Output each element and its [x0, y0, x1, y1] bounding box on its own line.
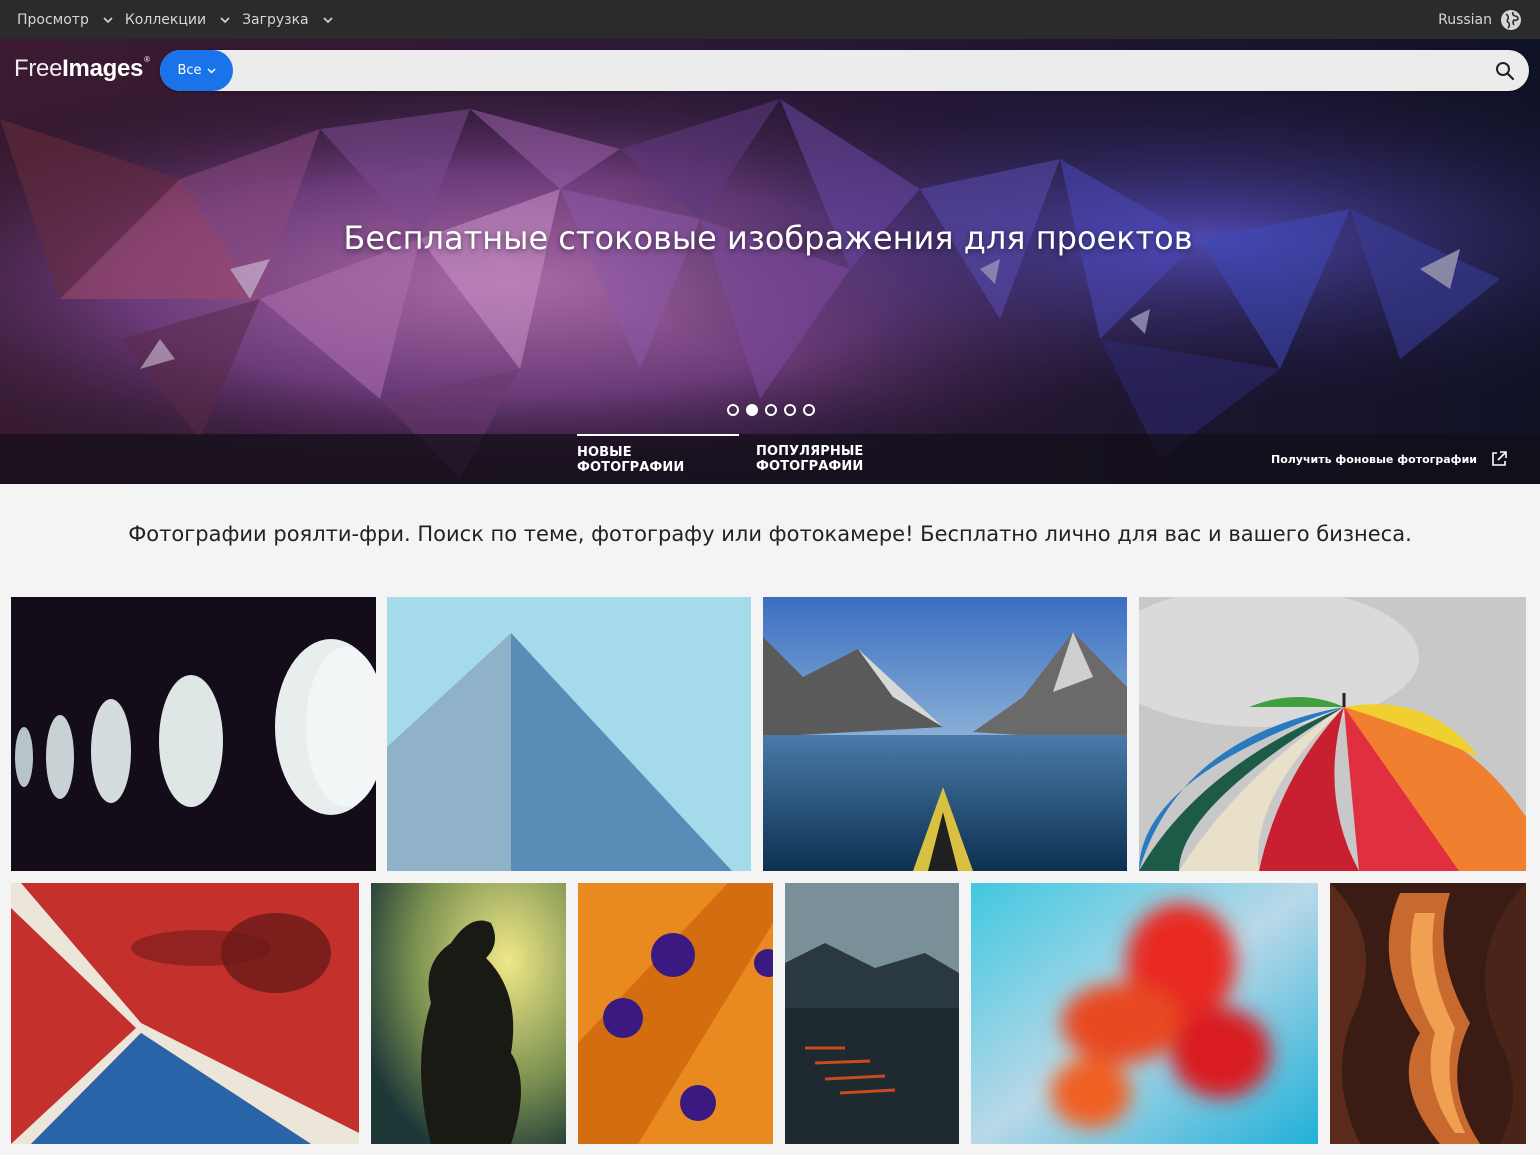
rainbow-umbrella-image — [1139, 597, 1526, 871]
hero-banner: FreeImages® Все Бесплатные стоковые изоб… — [0, 39, 1540, 484]
chevron-down-icon — [207, 67, 216, 74]
photo-tabs-bar: НОВЫЕ ФОТОГРАФИИ ПОПУЛЯРНЫЕ ФОТОГРАФИИ П… — [0, 434, 1540, 484]
chevron-down-icon — [220, 16, 230, 23]
tab-new-photos[interactable]: НОВЫЕ ФОТОГРАФИИ — [577, 434, 739, 484]
mountain-lake-image — [763, 597, 1127, 871]
search-input[interactable] — [240, 50, 1480, 91]
photo-thumbnail-umbrella[interactable] — [1139, 597, 1526, 871]
search-category-dropdown[interactable]: Все — [160, 50, 233, 91]
search-category-label: Все — [177, 63, 202, 78]
photo-thumbnail-boats[interactable] — [785, 883, 959, 1144]
tab-popular-photos-label: ПОПУЛЯРНЫЕ ФОТОГРАФИИ — [756, 444, 864, 474]
tab-popular-photos[interactable]: ПОПУЛЯРНЫЕ ФОТОГРАФИИ — [756, 434, 958, 484]
tab-new-photos-label: НОВЫЕ ФОТОГРАФИИ — [577, 445, 685, 475]
freeimages-logo[interactable]: FreeImages® — [14, 55, 150, 83]
silhouette-image — [371, 883, 566, 1144]
eggs-image — [11, 597, 376, 871]
blurred-flowers-image — [971, 883, 1318, 1144]
antelope-canyon-image — [1330, 883, 1526, 1144]
background-photos-link[interactable]: Получить фоновые фотографии — [1271, 434, 1507, 484]
nav-collections-label: Коллекции — [124, 11, 207, 28]
search-bar: Все — [160, 50, 1529, 91]
language-selector[interactable]: Russian — [1438, 0, 1522, 39]
hero-title-text: Бесплатные стоковые изображения для прое… — [343, 219, 1193, 257]
photo-thumbnail-silhouette[interactable] — [371, 883, 566, 1144]
nav-browse[interactable]: Просмотр — [17, 12, 113, 28]
logo-registered-mark: ® — [144, 55, 150, 64]
photo-thumbnail-orange-tubes[interactable] — [578, 883, 773, 1144]
carousel-dot-5[interactable] — [802, 404, 815, 416]
top-navigation-bar: Просмотр Коллекции Загрузка Russian — [0, 0, 1540, 39]
chevron-down-icon — [323, 16, 333, 23]
carousel-dot-1[interactable] — [726, 404, 739, 416]
hero-background-image — [0, 39, 1540, 484]
carousel-dot-4[interactable] — [783, 404, 796, 416]
boats-on-lake-image — [785, 883, 959, 1144]
external-link-icon — [1492, 451, 1507, 466]
orange-tubes-image — [578, 883, 773, 1144]
photo-thumbnail-blurred-flowers[interactable] — [971, 883, 1318, 1144]
search-icon[interactable] — [1495, 61, 1515, 81]
hero-title: Бесплатные стоковые изображения для прое… — [0, 219, 1540, 257]
carousel-dots — [723, 404, 818, 416]
carousel-dot-3[interactable] — [764, 404, 777, 416]
logo-text-bold: Images — [62, 55, 144, 82]
nav-upload[interactable]: Загрузка — [242, 12, 333, 28]
language-label: Russian — [1438, 11, 1492, 28]
nav-collections[interactable]: Коллекции — [125, 12, 230, 28]
photo-thumbnail-canyon[interactable] — [1330, 883, 1526, 1144]
site-tagline: Фотографии роялти-фри. Поиск по теме, фо… — [128, 522, 1412, 546]
photo-thumbnail-red-blue-abstract[interactable] — [11, 883, 359, 1144]
logo-text-light: Free — [14, 55, 63, 82]
background-photos-link-label: Получить фоновые фотографии — [1270, 452, 1477, 466]
red-blue-abstract-image — [11, 883, 359, 1144]
photo-thumbnail-mountain-lake[interactable] — [763, 597, 1127, 871]
carousel-dot-2[interactable] — [745, 404, 758, 416]
top-nav-menu: Просмотр Коллекции Загрузка — [0, 12, 333, 28]
chevron-down-icon — [103, 16, 113, 23]
nav-browse-label: Просмотр — [17, 11, 89, 28]
photo-thumbnail-pyramid[interactable] — [387, 597, 751, 871]
photo-thumbnail-eggs[interactable] — [11, 597, 376, 871]
concrete-pyramid-image — [387, 597, 751, 871]
globe-icon — [1501, 9, 1521, 30]
nav-upload-label: Загрузка — [242, 11, 309, 28]
